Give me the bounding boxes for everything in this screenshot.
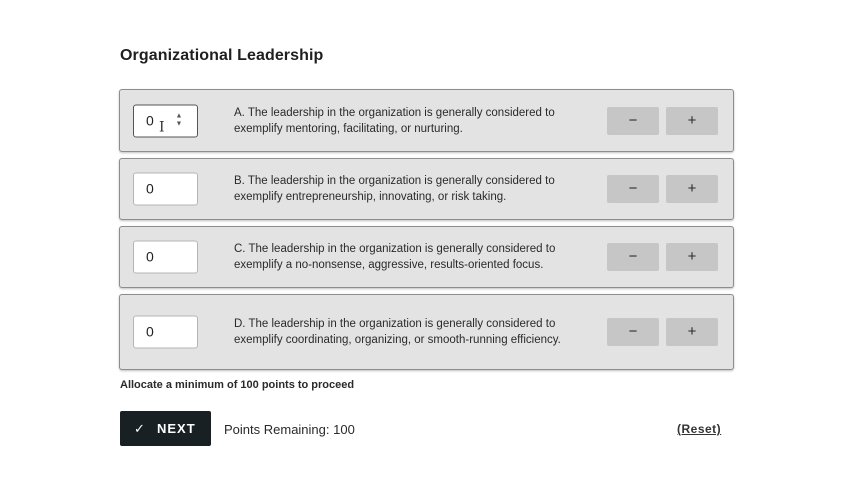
next-button[interactable]: ✓ NEXT bbox=[120, 411, 211, 446]
allocation-row: 0 D. The leadership in the organization … bbox=[119, 294, 734, 370]
allocation-row: 0 C. The leadership in the organization … bbox=[119, 226, 734, 288]
points-value: 0 bbox=[146, 180, 154, 197]
allocation-row: 0 I ▲ ▼ A. The leadership in the organiza… bbox=[119, 89, 734, 152]
increment-button[interactable]: + bbox=[666, 106, 718, 135]
points-remaining: Points Remaining: 100 bbox=[224, 422, 355, 437]
minimum-points-hint: Allocate a minimum of 100 points to proc… bbox=[120, 379, 355, 391]
next-button-label: NEXT bbox=[157, 421, 196, 436]
points-value: 0 bbox=[146, 248, 154, 265]
allocation-row: 0 B. The leadership in the organization … bbox=[119, 158, 734, 220]
increment-button[interactable]: + bbox=[666, 243, 718, 271]
increment-button[interactable]: + bbox=[666, 318, 718, 346]
points-input[interactable]: 0 bbox=[133, 315, 198, 349]
spinner-arrows-icon[interactable]: ▲ ▼ bbox=[175, 112, 183, 128]
allocation-list: 0 I ▲ ▼ A. The leadership in the organiza… bbox=[119, 89, 734, 376]
decrement-button[interactable]: − bbox=[607, 175, 659, 203]
survey-page: Organizational Leadership 0 I ▲ ▼ A. The … bbox=[0, 0, 853, 480]
page-title: Organizational Leadership bbox=[120, 47, 324, 64]
points-input[interactable]: 0 I ▲ ▼ bbox=[133, 104, 198, 137]
points-value: 0 bbox=[146, 323, 154, 340]
points-input[interactable]: 0 bbox=[133, 172, 198, 206]
statement-text: D. The leadership in the organization is… bbox=[234, 318, 561, 346]
points-input[interactable]: 0 bbox=[133, 240, 198, 274]
increment-button[interactable]: + bbox=[666, 175, 718, 203]
decrement-button[interactable]: − bbox=[607, 106, 659, 135]
reset-link[interactable]: (Reset) bbox=[677, 422, 721, 436]
decrement-button[interactable]: − bbox=[607, 243, 659, 271]
decrement-button[interactable]: − bbox=[607, 318, 659, 346]
points-value: 0 bbox=[146, 112, 154, 128]
statement-text: B. The leadership in the organization is… bbox=[234, 175, 555, 203]
check-icon: ✓ bbox=[134, 421, 146, 436]
statement-text: A. The leadership in the organization is… bbox=[234, 106, 555, 135]
statement-text: C. The leadership in the organization is… bbox=[234, 243, 556, 271]
text-cursor-icon: I bbox=[159, 119, 165, 135]
